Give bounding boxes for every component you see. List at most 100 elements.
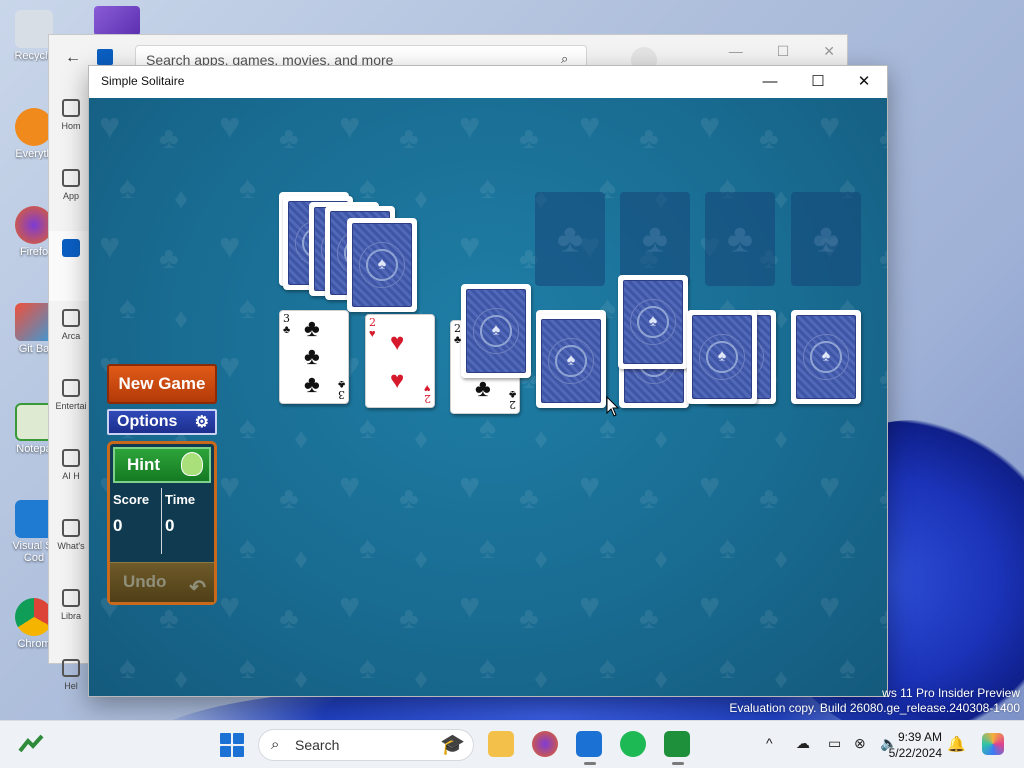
card-suit: ♥ [369, 328, 376, 340]
club-pip: ♣ [304, 343, 320, 370]
time-label: Time [165, 492, 196, 507]
taskbar-search[interactable]: ⌕ Search 🎓 [258, 729, 474, 761]
card-rank: 2 [369, 316, 376, 329]
visual-studio-icon[interactable] [94, 6, 140, 36]
card-3-clubs[interactable]: 3 ♣ ♣ ♣ ♣ 3 ♣ [279, 310, 349, 404]
stock-card[interactable] [347, 218, 417, 312]
hint-button[interactable]: Hint [113, 447, 211, 483]
maximize-icon[interactable]: ☐ [795, 70, 841, 94]
sidebar-item-entertainment[interactable]: Entertai [49, 371, 93, 441]
notification-bell-icon[interactable]: 🔔 [947, 735, 966, 753]
club-pip: ♣ [304, 315, 320, 342]
sidebar-item-label: App [62, 191, 79, 201]
close-icon[interactable]: ✕ [841, 70, 887, 94]
foundation-slot[interactable] [620, 192, 690, 286]
sidebar-item-label: What's [57, 541, 85, 551]
onedrive-icon[interactable]: ☁ [796, 735, 810, 752]
sidebar-item-arcade[interactable]: Arca [49, 301, 93, 371]
options-label: Options [117, 413, 178, 430]
search-label: Search [295, 737, 340, 753]
card-suit: ♣ [337, 378, 345, 390]
minimize-icon[interactable]: — [729, 43, 743, 60]
sidebar-item-whats-new[interactable]: What's [49, 511, 93, 581]
spotify-icon[interactable] [620, 731, 646, 757]
sidebar-item-help[interactable]: Hel [49, 651, 93, 721]
sidebar-item-label: Hom [61, 121, 81, 131]
card-suit: ♥ [424, 382, 431, 394]
sidebar-item-label: Entertai [55, 401, 87, 411]
apps-icon [62, 169, 80, 187]
gaming-icon [62, 239, 80, 257]
store-taskbar-icon[interactable] [576, 731, 602, 765]
store-sidebar: Hom App Arca Entertai AI H What's Libra … [49, 91, 93, 721]
mouse-cursor-icon [606, 396, 620, 417]
game-table: ♥ ♣ ♠ ♦ 3 ♣ ♣ ♣ ♣ 3 ♣ [89, 98, 887, 696]
help-icon [62, 659, 80, 677]
file-explorer-icon[interactable] [488, 731, 514, 757]
firefox-taskbar-icon[interactable] [532, 731, 558, 757]
divider [161, 488, 162, 554]
sidebar-item-label: Arca [61, 331, 81, 341]
sidebar-item-label: Libra [60, 611, 81, 621]
library-icon [62, 589, 80, 607]
card-2-hearts[interactable]: 2 ♥ ♥ ♥ 2 ♥ [365, 314, 435, 408]
foundation-slot[interactable] [705, 192, 775, 286]
score-value: 0 [113, 516, 123, 535]
widgets-icon[interactable] [18, 733, 44, 755]
maximize-icon[interactable]: ☐ [777, 43, 790, 60]
watermark-line: Evaluation copy. Build 26080.ge_release.… [729, 701, 1020, 715]
solitaire-titlebar[interactable]: Simple Solitaire — ☐ ✕ [89, 66, 887, 98]
foundation-slot[interactable] [791, 192, 861, 286]
search-icon: ⌕ [271, 736, 280, 753]
face-down-card[interactable] [687, 310, 757, 404]
chevron-up-icon[interactable]: ^ [766, 735, 773, 751]
card-rank: 3 [283, 312, 290, 325]
undo-arrow-icon: ↶ [189, 577, 206, 599]
clock-date: 5/22/2024 [888, 746, 942, 760]
graduation-cap-icon: 🎓 [440, 734, 465, 756]
sidebar-item-gaming[interactable] [49, 231, 93, 301]
game-info-panel: Hint Score Time 0 0 Undo ↶ [107, 441, 217, 605]
face-down-card[interactable] [791, 310, 861, 404]
store-logo-icon [97, 49, 113, 65]
undo-button[interactable]: Undo ↶ [110, 562, 214, 602]
options-button[interactable]: Options ⚙ [107, 409, 217, 435]
evaluation-watermark: ws 11 Pro Insider Preview Evaluation cop… [729, 686, 1020, 716]
card-suit: ♣ [283, 324, 291, 336]
network-icon[interactable]: ⊗ [854, 735, 866, 752]
sidebar-item-label: AI H [62, 471, 80, 481]
new-game-button[interactable]: New Game [107, 364, 217, 404]
entertainment-icon [62, 379, 80, 397]
face-down-card[interactable] [536, 314, 606, 408]
face-down-card[interactable] [461, 284, 531, 378]
score-label: Score [113, 492, 150, 507]
back-arrow-icon[interactable]: ← [65, 49, 81, 67]
home-icon [62, 99, 80, 117]
window-title: Simple Solitaire [101, 74, 185, 88]
club-pip: ♣ [304, 371, 320, 398]
minimize-icon[interactable]: — [747, 70, 793, 94]
foundation-slot[interactable] [535, 192, 605, 286]
display-icon[interactable]: ▭ [828, 735, 841, 752]
close-icon[interactable]: ✕ [823, 43, 835, 60]
whats-new-icon [62, 519, 80, 537]
time-value: 0 [165, 516, 175, 535]
sidebar-item-ai-hub[interactable]: AI H [49, 441, 93, 511]
gear-icon: ⚙ [194, 414, 209, 431]
solitaire-taskbar-icon[interactable] [664, 731, 690, 765]
sidebar-item-library[interactable]: Libra [49, 581, 93, 651]
undo-label: Undo [123, 572, 167, 591]
start-button[interactable] [220, 733, 244, 757]
copilot-icon[interactable] [982, 733, 1004, 755]
lightbulb-icon [181, 452, 203, 476]
card-rank: 2 [454, 322, 461, 335]
heart-pip: ♥ [390, 367, 405, 394]
hint-label: Hint [127, 455, 161, 474]
taskbar: ⌕ Search 🎓 ^ ☁ ▭ ⊗ 🔈 9:39 AM 5/22/2024 🔔 [0, 720, 1024, 768]
sidebar-item-apps[interactable]: App [49, 161, 93, 231]
face-down-card[interactable] [618, 275, 688, 369]
sidebar-item-home[interactable]: Hom [49, 91, 93, 161]
system-clock[interactable]: 9:39 AM 5/22/2024 [889, 729, 942, 761]
clock-time: 9:39 AM [897, 730, 942, 744]
heart-pip: ♥ [390, 329, 405, 356]
